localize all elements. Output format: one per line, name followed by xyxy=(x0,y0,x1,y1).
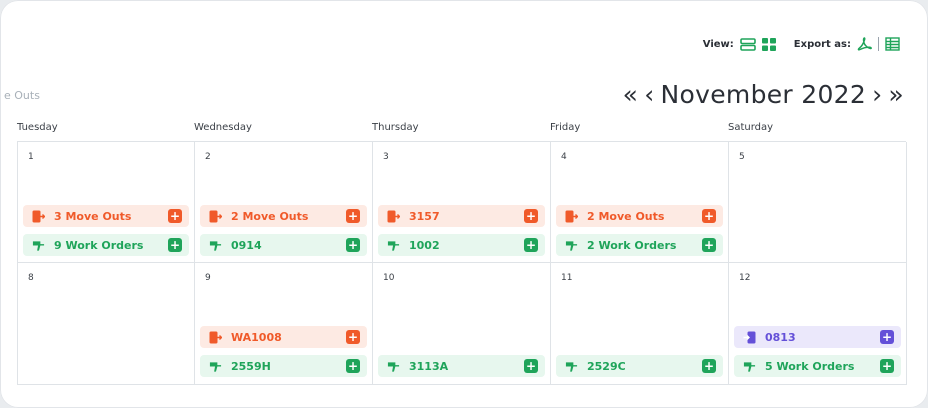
day-number: 11 xyxy=(561,273,573,283)
work-order-event[interactable]: 5 Work Orders + xyxy=(734,355,901,377)
wrench-icon xyxy=(565,239,578,252)
move-out-icon xyxy=(565,210,578,223)
add-event-icon[interactable]: + xyxy=(702,359,716,373)
day-cell[interactable]: 8 xyxy=(18,263,195,385)
last-month-icon[interactable]: » xyxy=(888,82,904,107)
event-label: 2 Work Orders xyxy=(587,238,677,252)
move-out-icon xyxy=(387,210,400,223)
divider xyxy=(878,37,879,51)
add-event-icon[interactable]: + xyxy=(880,359,894,373)
move-out-event[interactable]: 3 Move Outs + xyxy=(23,205,189,227)
wrench-icon xyxy=(387,360,400,373)
move-out-event[interactable]: WA1008 + xyxy=(200,326,367,348)
work-order-event[interactable]: 9 Work Orders + xyxy=(23,234,189,256)
move-out-icon xyxy=(209,210,222,223)
day-cell[interactable]: 11 2529C + xyxy=(551,263,729,385)
wrench-icon xyxy=(565,360,578,373)
day-number: 2 xyxy=(205,152,211,162)
day-number: 4 xyxy=(561,152,567,162)
wrench-icon xyxy=(32,239,45,252)
event-label: 2559H xyxy=(231,359,271,373)
day-number: 3 xyxy=(383,152,389,162)
add-event-icon[interactable]: + xyxy=(346,238,360,252)
add-event-icon[interactable]: + xyxy=(346,330,360,344)
toolbar: View: Export as: xyxy=(703,37,900,51)
day-number: 1 xyxy=(28,152,34,162)
day-number: 8 xyxy=(28,273,34,283)
month-title: November 2022 xyxy=(660,80,867,109)
calendar-card: View: Export as: e Outs « ‹ November 202… xyxy=(0,0,928,408)
work-order-event[interactable]: 2529C + xyxy=(556,355,723,377)
event-label: 2 Move Outs xyxy=(587,209,665,223)
prev-month-icon[interactable]: ‹ xyxy=(644,82,654,107)
weekday-tuesday: Tuesday xyxy=(17,122,58,133)
day-cell[interactable]: 2 2 Move Outs +0914 + xyxy=(195,142,373,263)
weekday-friday: Friday xyxy=(550,122,581,133)
move-out-event[interactable]: 2 Move Outs + xyxy=(200,205,367,227)
work-order-event[interactable]: 0914 + xyxy=(200,234,367,256)
event-label: 3 Move Outs xyxy=(54,209,132,223)
work-order-event[interactable]: 2 Work Orders + xyxy=(556,234,723,256)
event-label: 0914 xyxy=(231,238,262,252)
move-out-event[interactable]: 3157 + xyxy=(378,205,545,227)
first-month-icon[interactable]: « xyxy=(623,82,639,107)
event-label: 9 Work Orders xyxy=(54,238,144,252)
work-order-event[interactable]: 2559H + xyxy=(200,355,367,377)
weekday-header: Tuesday Wednesday Thursday Friday Saturd… xyxy=(0,122,928,136)
work-order-event[interactable]: 1002 + xyxy=(378,234,545,256)
add-event-icon[interactable]: + xyxy=(880,330,894,344)
event-label: 1002 xyxy=(409,238,440,252)
day-cell[interactable]: 3 3157 +1002 + xyxy=(373,142,551,263)
grid-view-icon[interactable] xyxy=(761,37,776,51)
work-order-event[interactable]: 3113A + xyxy=(378,355,545,377)
add-event-icon[interactable]: + xyxy=(168,238,182,252)
spreadsheet-export-icon[interactable] xyxy=(885,37,900,51)
wrench-icon xyxy=(743,360,756,373)
day-cell[interactable]: 4 2 Move Outs +2 Work Orders + xyxy=(551,142,729,263)
add-event-icon[interactable]: + xyxy=(168,209,182,223)
event-label: 2 Move Outs xyxy=(231,209,309,223)
move-out-event[interactable]: 2 Move Outs + xyxy=(556,205,723,227)
add-event-icon[interactable]: + xyxy=(524,359,538,373)
event-label: WA1008 xyxy=(231,330,282,344)
wrench-icon xyxy=(209,239,222,252)
day-number: 5 xyxy=(739,152,745,162)
pdf-export-icon[interactable] xyxy=(857,37,872,51)
next-month-icon[interactable]: › xyxy=(872,82,882,107)
day-cell[interactable]: 12 0813 +5 Work Orders + xyxy=(729,263,907,385)
weekday-wednesday: Wednesday xyxy=(194,122,252,133)
move-in-event[interactable]: 0813 + xyxy=(734,326,901,348)
move-out-icon xyxy=(209,331,222,344)
add-event-icon[interactable]: + xyxy=(702,238,716,252)
add-event-icon[interactable]: + xyxy=(702,209,716,223)
add-event-icon[interactable]: + xyxy=(524,209,538,223)
event-label: 3113A xyxy=(409,359,449,373)
add-event-icon[interactable]: + xyxy=(524,238,538,252)
event-filter-label[interactable]: e Outs xyxy=(4,89,40,102)
day-number: 9 xyxy=(205,273,211,283)
event-label: 3157 xyxy=(409,209,440,223)
day-cell[interactable]: 9 WA1008 +2559H + xyxy=(195,263,373,385)
day-number: 12 xyxy=(739,273,751,283)
day-cell[interactable]: 10 3113A + xyxy=(373,263,551,385)
view-label: View: xyxy=(702,38,734,50)
day-number: 10 xyxy=(383,273,395,283)
add-event-icon[interactable]: + xyxy=(346,359,360,373)
month-navigation: « ‹ November 2022 › » xyxy=(623,80,904,109)
weekday-thursday: Thursday xyxy=(372,122,419,133)
day-cell[interactable]: 1 3 Move Outs +9 Work Orders + xyxy=(18,142,195,263)
calendar-grid: 1 3 Move Outs +9 Work Orders +2 2 Move Outs +… xyxy=(17,141,907,385)
wrench-icon xyxy=(209,360,222,373)
weekday-saturday: Saturday xyxy=(728,122,774,133)
wrench-icon xyxy=(387,239,400,252)
add-event-icon[interactable]: + xyxy=(346,209,360,223)
event-label: 0813 xyxy=(765,330,796,344)
move-in-icon xyxy=(743,331,756,344)
event-label: 5 Work Orders xyxy=(765,359,855,373)
day-cell[interactable]: 5 xyxy=(729,142,907,263)
event-label: 2529C xyxy=(587,359,626,373)
export-label: Export as: xyxy=(793,38,851,50)
move-out-icon xyxy=(32,210,45,223)
list-view-icon[interactable] xyxy=(739,37,756,51)
